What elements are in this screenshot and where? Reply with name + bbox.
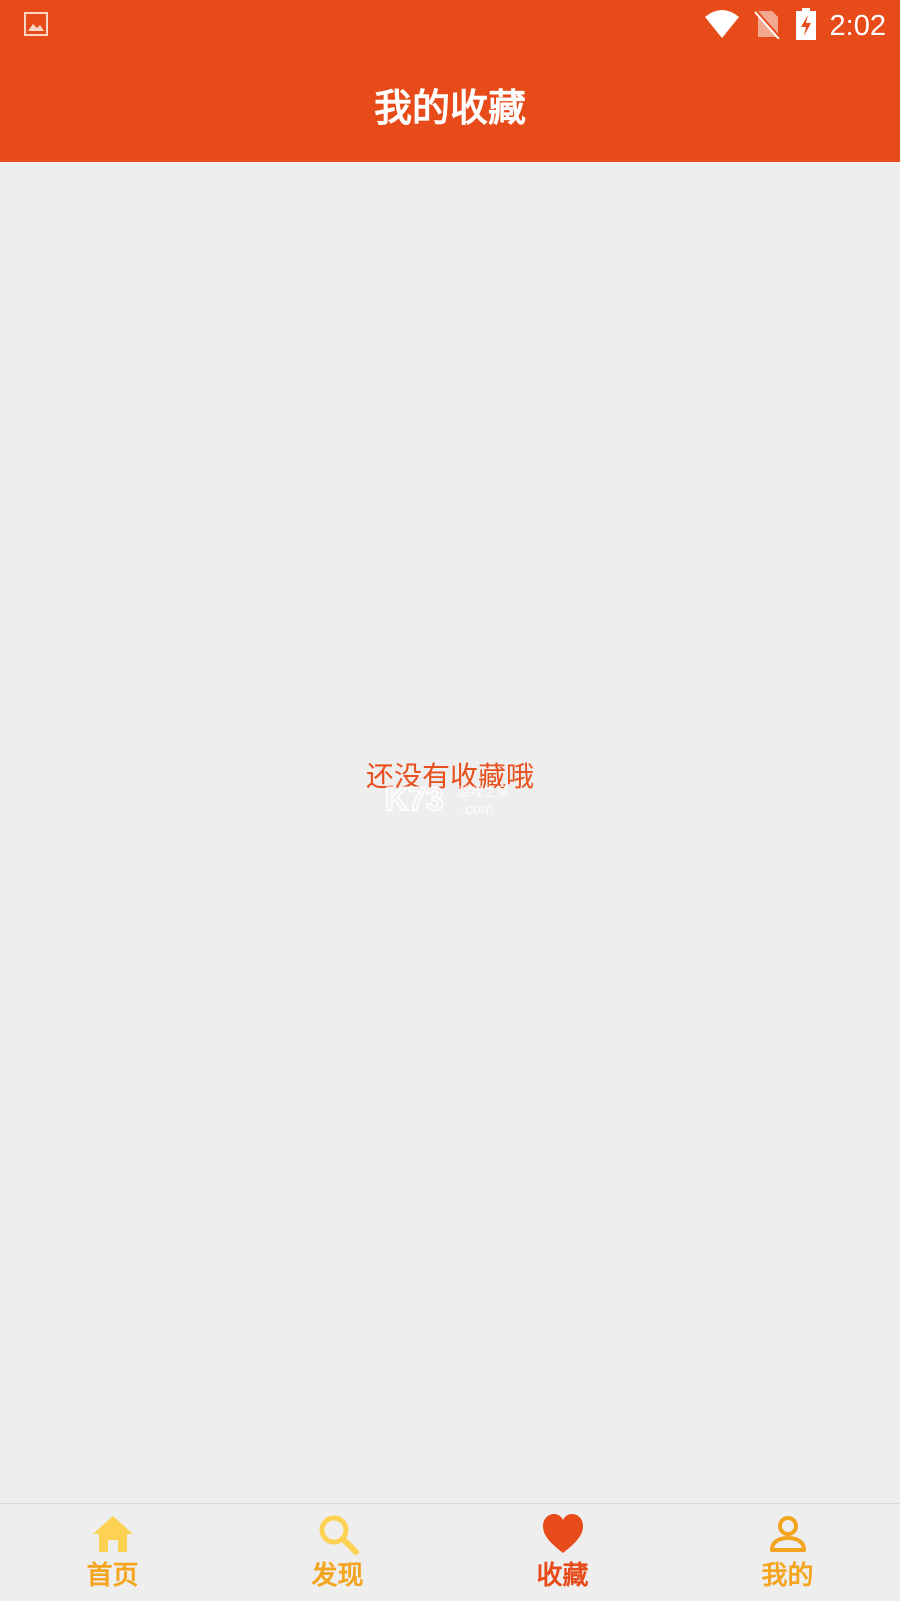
svg-text:.com: .com — [461, 801, 494, 818]
page-title: 我的收藏 — [373, 86, 526, 130]
svg-text:游戏之家: 游戏之家 — [457, 784, 509, 800]
wifi-icon — [704, 9, 740, 43]
tab-home[interactable]: 首页 — [0, 1504, 225, 1601]
svg-text:K73: K73 — [385, 781, 444, 817]
no-sim-icon — [753, 9, 782, 43]
app-header: 2:02 我的收藏 — [0, 0, 900, 162]
person-icon — [766, 1512, 810, 1556]
tab-mine[interactable]: 我的 — [675, 1504, 900, 1601]
status-icons: 2:02 — [704, 8, 886, 44]
tab-home-label: 首页 — [86, 1561, 139, 1591]
tab-discover-label: 发现 — [311, 1561, 364, 1591]
status-time: 2:02 — [829, 10, 886, 42]
tab-discover[interactable]: 发现 — [225, 1504, 450, 1601]
status-bar: 2:02 — [0, 0, 900, 52]
tab-favorites-label: 收藏 — [536, 1561, 589, 1591]
watermark-logo: K73 游戏之家 .com — [384, 780, 525, 820]
heart-icon — [541, 1512, 585, 1556]
tab-mine-label: 我的 — [761, 1561, 814, 1591]
bottom-tab-bar: 首页 发现 收藏 我的 — [0, 1503, 900, 1601]
image-icon — [24, 12, 48, 36]
battery-charging-icon — [795, 8, 816, 44]
home-icon — [91, 1512, 135, 1556]
tab-favorites[interactable]: 收藏 — [450, 1504, 675, 1601]
search-icon — [316, 1512, 360, 1556]
